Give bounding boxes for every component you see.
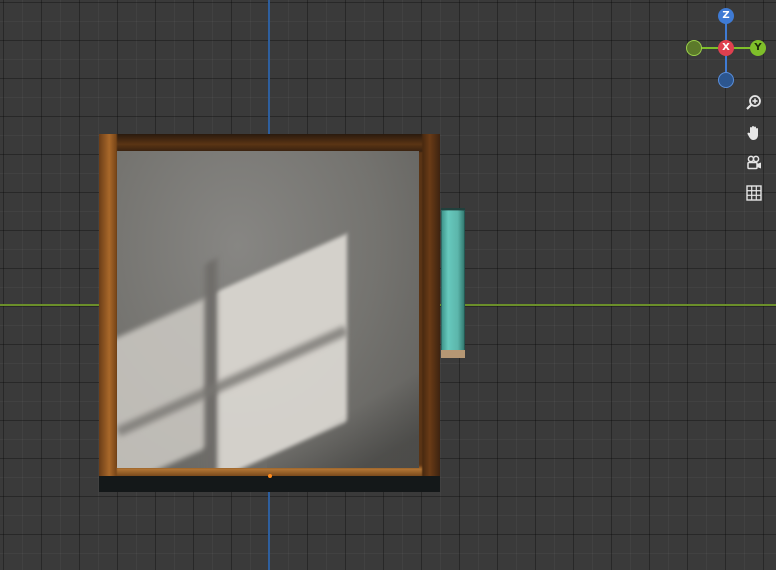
- zoom-in-icon[interactable]: [743, 92, 765, 114]
- wall-panel-edge: [441, 350, 465, 358]
- gizmo-z-ball[interactable]: Z: [718, 8, 734, 24]
- gizmo-x-ball[interactable]: X: [718, 40, 734, 56]
- gizmo-neg-z-ball[interactable]: [718, 72, 734, 88]
- navigation-gizmo[interactable]: Z X Y: [680, 4, 772, 96]
- floor-shadow: [267, 371, 419, 468]
- hand-icon[interactable]: [743, 122, 765, 144]
- camera-icon[interactable]: [743, 152, 765, 174]
- object-origin-dot: [268, 474, 272, 478]
- window-light-patch-left: [117, 297, 207, 468]
- window-mullion-shadow: [205, 258, 217, 468]
- teal-wall-panel[interactable]: [441, 210, 465, 358]
- gizmo-y-ball[interactable]: Y: [750, 40, 766, 56]
- grid-icon[interactable]: [743, 182, 765, 204]
- gizmo-neg-y-ball[interactable]: [686, 40, 702, 56]
- room-floor-mesh[interactable]: [117, 151, 419, 468]
- 3d-viewport[interactable]: Z X Y: [0, 0, 776, 570]
